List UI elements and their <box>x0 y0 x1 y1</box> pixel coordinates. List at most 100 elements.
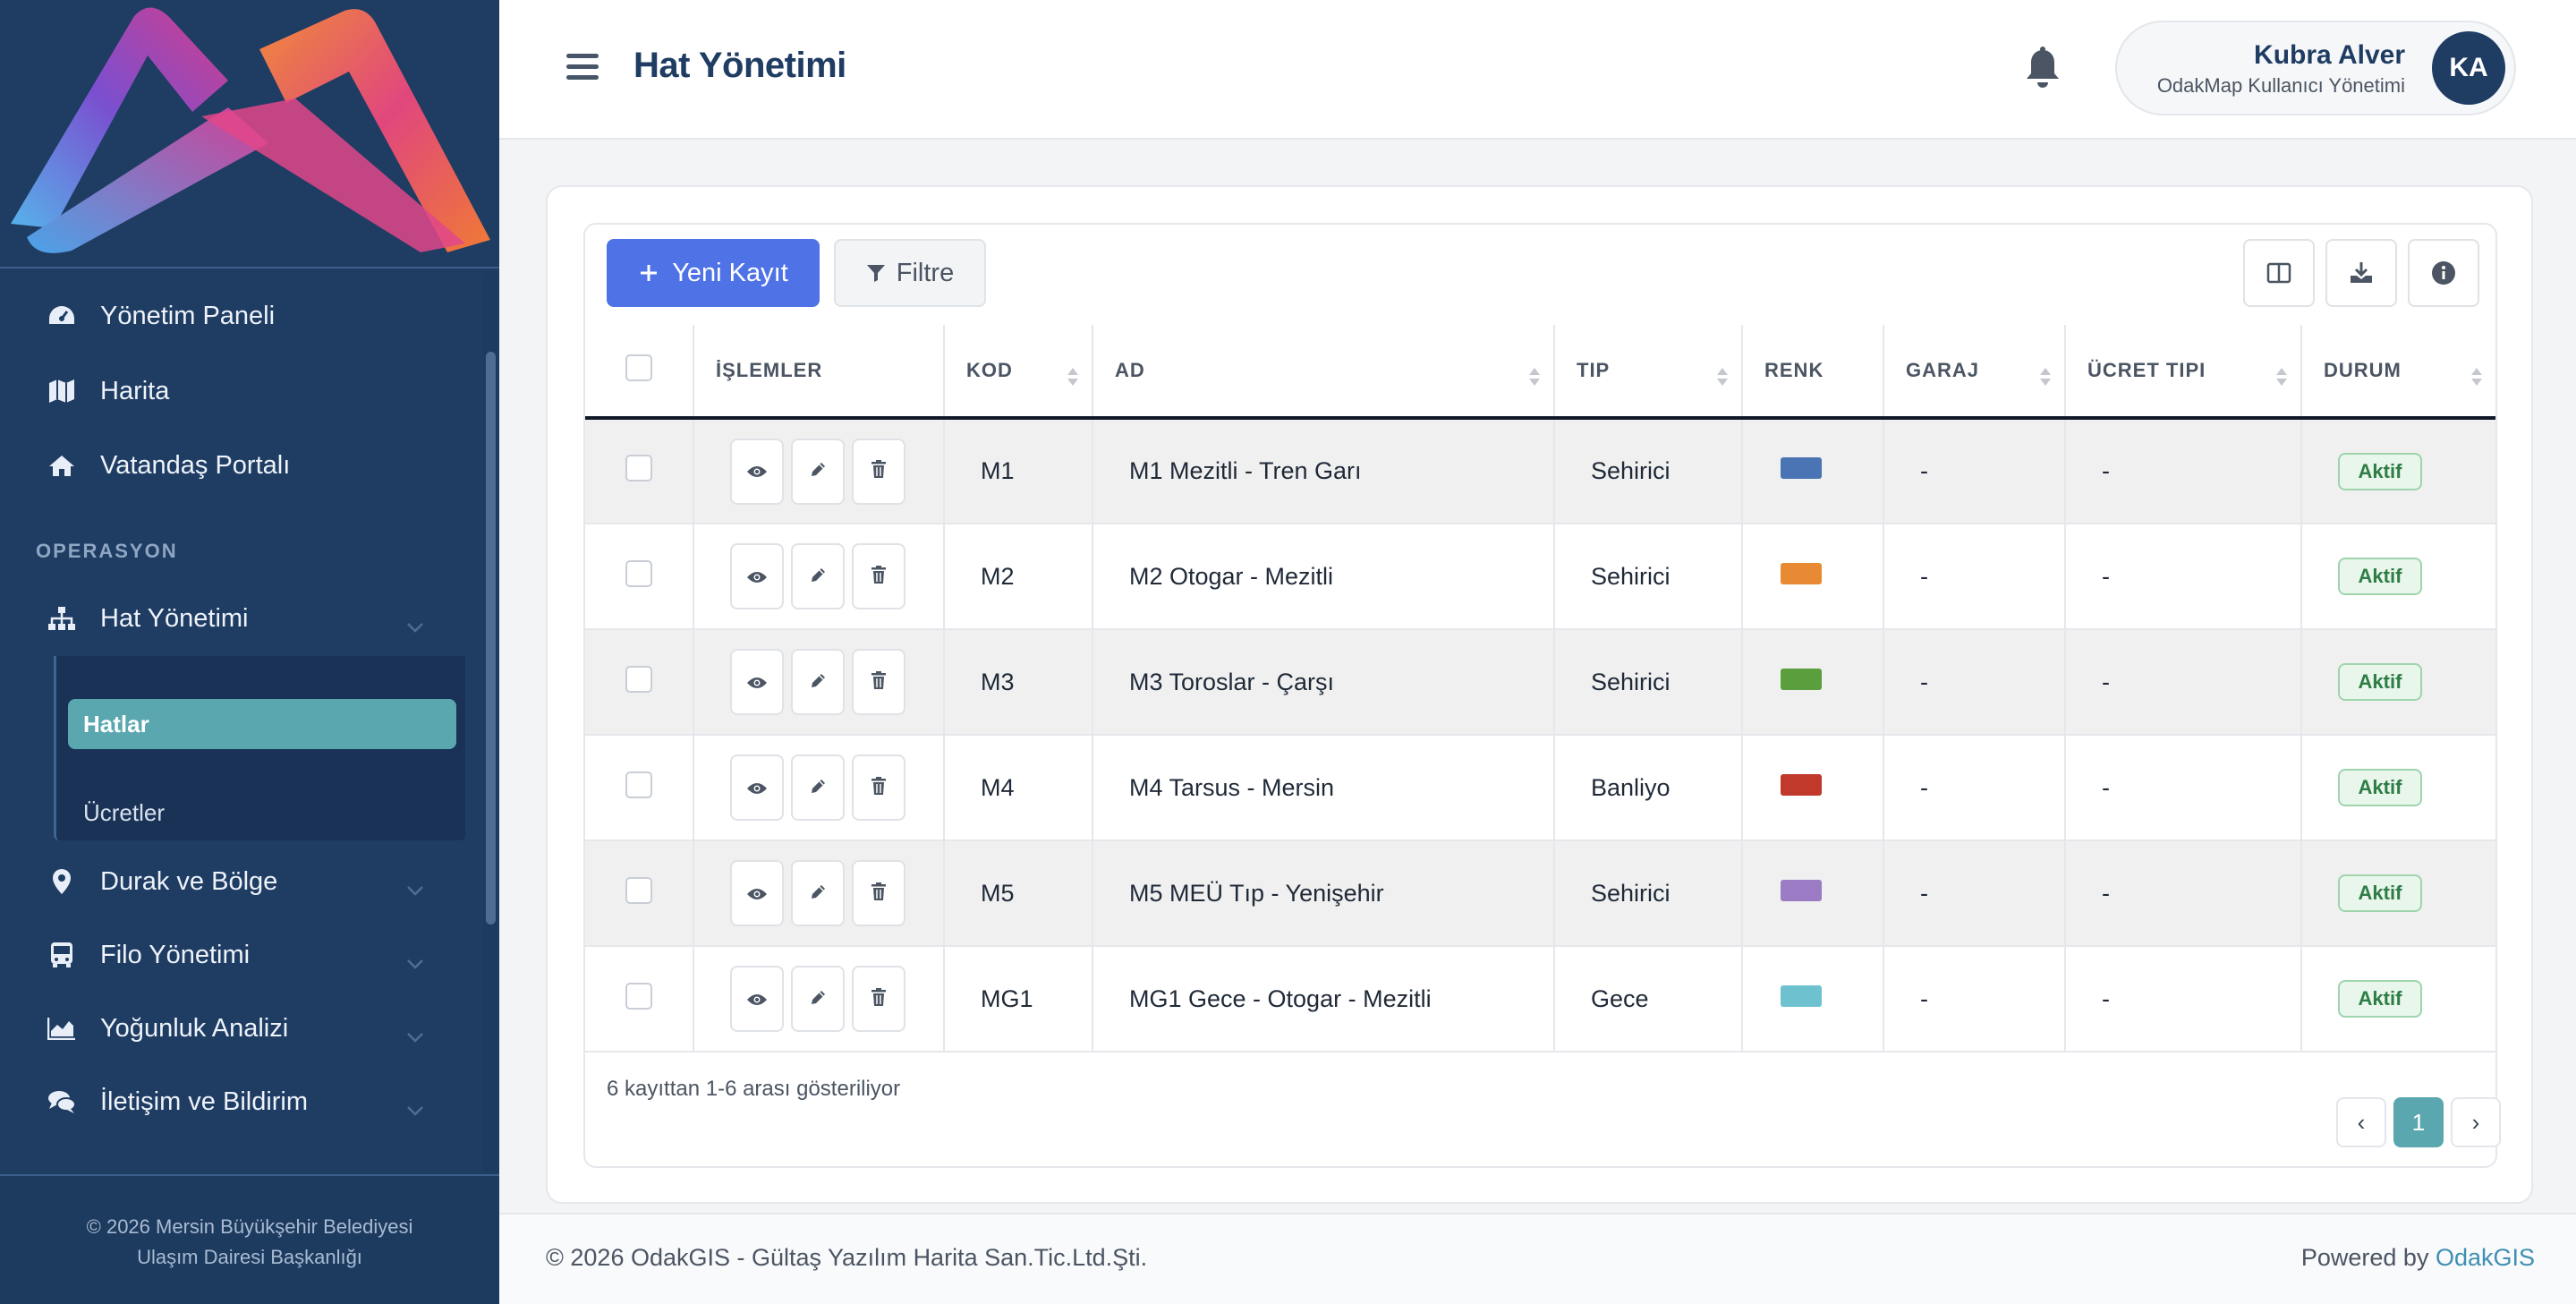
pagination-prev-button[interactable]: ‹ <box>2336 1097 2386 1147</box>
cell-kod: M2 <box>944 524 1093 630</box>
cell-garaj: - <box>1883 840 2066 947</box>
sort-icon <box>2039 366 2052 393</box>
status-badge: Aktif <box>2338 558 2422 595</box>
avatar[interactable]: KA <box>2432 31 2505 105</box>
user-profile-chip[interactable]: Kubra Alver OdakMap Kullanıcı Yönetimi K… <box>2115 21 2516 115</box>
row-actions <box>693 735 945 841</box>
page-title: Hat Yönetimi <box>633 46 846 85</box>
nav-item-vatandas-portali[interactable]: Vatandaş Portalı <box>0 434 483 497</box>
view-button[interactable] <box>730 543 784 609</box>
column-header-garaj[interactable]: GARAJ <box>1883 325 2066 420</box>
row-checkbox[interactable] <box>625 982 652 1010</box>
delete-button[interactable] <box>852 860 905 926</box>
sidebar-scrollbar-thumb[interactable] <box>486 352 496 925</box>
cell-garaj: - <box>1883 418 2066 524</box>
sidebar-scrollbar[interactable] <box>483 273 499 1172</box>
download-button[interactable] <box>2325 239 2397 307</box>
edit-button[interactable] <box>791 438 845 505</box>
filter-button[interactable]: Filtre <box>834 239 986 307</box>
nav-item-yogunluk-analizi[interactable]: Yoğunluk Analizi <box>0 997 483 1060</box>
table-row[interactable]: MG1 MG1 Gece - Otogar - Mezitli Gece - - Akti… <box>585 946 2495 1053</box>
footer-powered-brand-link[interactable]: OdakGIS <box>2436 1244 2535 1271</box>
column-header-ad[interactable]: AD <box>1092 325 1555 420</box>
nav-item-yonetim-paneli[interactable]: Yönetim Paneli <box>0 285 483 347</box>
nav-item-filo-yonetimi[interactable]: Filo Yönetimi <box>0 924 483 986</box>
column-header-tip[interactable]: TIP <box>1554 325 1743 420</box>
nav-label: Harita <box>100 376 170 405</box>
column-header-durum[interactable]: DURUM <box>2301 325 2495 420</box>
hamburger-menu-icon[interactable] <box>566 54 599 81</box>
nav-label: Filo Yönetimi <box>100 940 251 969</box>
edit-button[interactable] <box>791 649 845 715</box>
table-row[interactable]: M4 M4 Tarsus - Mersin Banliyo - - Aktif <box>585 735 2495 841</box>
sidebar-footer: © 2026 Mersin Büyükşehir Belediyesi Ulaş… <box>0 1174 499 1304</box>
data-table-panel: Yeni Kayıt Filtre İŞLEMLER KOD AD TIP RE… <box>583 223 2501 1168</box>
column-header-garaj-label: GARAJ <box>1906 359 1980 381</box>
cell-tip: Banliyo <box>1554 735 1743 841</box>
info-icon <box>2432 261 2455 285</box>
view-button[interactable] <box>730 966 784 1032</box>
row-checkbox[interactable] <box>625 771 652 798</box>
cell-renk <box>1742 418 1884 524</box>
pencil-icon <box>809 985 827 1013</box>
submenu-item-ucretler[interactable]: Ücretler <box>83 799 165 827</box>
delete-button[interactable] <box>852 649 905 715</box>
table-row[interactable]: M5 M5 MEÜ Tıp - Yenişehir Sehirici - - Aktif <box>585 840 2495 947</box>
delete-button[interactable] <box>852 438 905 505</box>
cell-tip: Sehirici <box>1554 524 1743 630</box>
delete-button[interactable] <box>852 754 905 821</box>
color-swatch <box>1781 457 1822 479</box>
edit-button[interactable] <box>791 754 845 821</box>
columns-button[interactable] <box>2243 239 2315 307</box>
view-button[interactable] <box>730 649 784 715</box>
color-swatch <box>1781 984 1822 1007</box>
app-logo[interactable] <box>0 0 499 268</box>
bus-icon <box>47 940 77 970</box>
table-row[interactable]: M3 M3 Toroslar - Çarşı Sehirici - - Aktif <box>585 629 2495 736</box>
pagination-page-1[interactable]: 1 <box>2393 1097 2444 1147</box>
nav-item-durak-ve-bolge[interactable]: Durak ve Bölge <box>0 850 483 913</box>
cell-tip: Sehirici <box>1554 840 1743 947</box>
select-all-checkbox-cell <box>585 325 694 420</box>
nav-label: Yönetim Paneli <box>100 301 276 330</box>
cell-kod: M3 <box>944 629 1093 736</box>
table-row[interactable]: M2 M2 Otogar - Mezitli Sehirici - - Aktif <box>585 524 2495 630</box>
view-button[interactable] <box>730 860 784 926</box>
row-actions <box>693 629 945 736</box>
nav-label: Vatandaş Portalı <box>100 450 291 480</box>
info-button[interactable] <box>2408 239 2479 307</box>
color-swatch <box>1781 562 1822 584</box>
edit-button[interactable] <box>791 966 845 1032</box>
view-button[interactable] <box>730 438 784 505</box>
row-checkbox[interactable] <box>625 876 652 904</box>
select-all-checkbox[interactable] <box>625 354 652 381</box>
trash-icon <box>871 774 887 802</box>
submenu-item-hatlar[interactable]: Hatlar <box>68 699 456 749</box>
view-button[interactable] <box>730 754 784 821</box>
top-header: Hat Yönetimi Kubra Alver OdakMap Kullanı… <box>499 0 2576 140</box>
sidebar-footer-line1: © 2026 Mersin Büyükşehir Belediyesi <box>86 1215 413 1238</box>
notification-bell-icon[interactable] <box>2023 47 2062 94</box>
nav-item-harita[interactable]: Harita <box>0 360 483 422</box>
new-record-button[interactable]: Yeni Kayıt <box>607 239 820 307</box>
cell-kod: M1 <box>944 418 1093 524</box>
area-chart-icon <box>47 1013 77 1044</box>
delete-button[interactable] <box>852 543 905 609</box>
nav-item-hat-yonetimi[interactable]: Hat Yönetimi <box>0 587 483 650</box>
row-checkbox[interactable] <box>625 665 652 693</box>
sort-icon <box>2470 366 2483 393</box>
row-checkbox[interactable] <box>625 455 652 482</box>
edit-button[interactable] <box>791 543 845 609</box>
delete-button[interactable] <box>852 966 905 1032</box>
new-record-label: Yeni Kayıt <box>672 258 788 287</box>
column-header-ucret-tipi[interactable]: ÜCRET TIPI <box>2065 325 2302 420</box>
nav-item-iletisim-ve-bildirim[interactable]: İletişim ve Bildirim <box>0 1070 483 1133</box>
pagination-next-button[interactable]: › <box>2451 1097 2501 1147</box>
eye-icon <box>746 669 768 696</box>
edit-button[interactable] <box>791 860 845 926</box>
column-header-kod[interactable]: KOD <box>944 325 1093 420</box>
row-checkbox[interactable] <box>625 559 652 587</box>
cell-renk <box>1742 524 1884 630</box>
table-row[interactable]: M1 M1 Mezitli - Tren Garı Sehirici - - Aktif <box>585 418 2495 524</box>
column-header-ad-label: AD <box>1115 359 1145 381</box>
